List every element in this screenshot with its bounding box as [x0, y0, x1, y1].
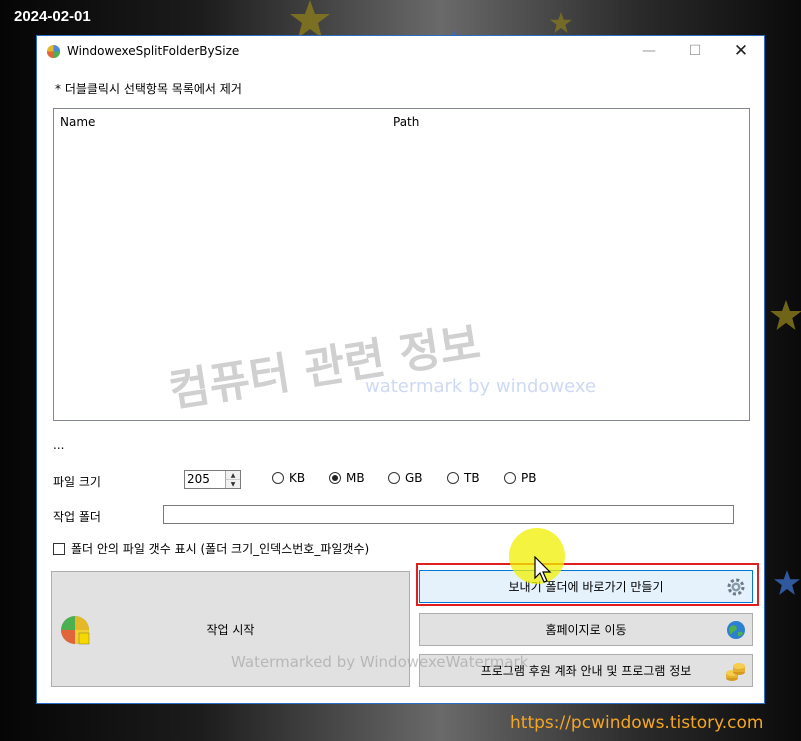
- pie-chart-icon: [61, 616, 90, 645]
- homepage-button[interactable]: 홈페이지로 이동: [419, 613, 753, 646]
- homepage-button-label: 홈페이지로 이동: [545, 623, 627, 637]
- minimize-button[interactable]: —: [626, 36, 672, 66]
- date-overlay: 2024-02-01: [14, 8, 91, 25]
- work-folder-label: 작업 폴더: [53, 510, 101, 524]
- window-content: * 더블클릭시 선택항목 목록에서 제거 Name Path ... 파일 크기…: [37, 66, 764, 703]
- star-decoration: [770, 300, 801, 330]
- blog-url-overlay: https://pcwindows.tistory.com: [510, 713, 764, 733]
- radio-circle-icon[interactable]: [388, 472, 400, 484]
- column-header-name[interactable]: Name: [60, 115, 95, 129]
- unit-radio-label: MB: [346, 471, 365, 485]
- unit-radio-tb[interactable]: TB: [447, 471, 480, 485]
- show-file-count-label: 폴더 안의 파일 갯수 표시 (폴더 크기_인덱스번호_파일갯수): [71, 542, 370, 556]
- star-decoration: [290, 0, 330, 38]
- stepper-buttons: ▲ ▼: [225, 471, 240, 488]
- start-button[interactable]: 작업 시작: [51, 571, 410, 687]
- unit-radio-pb[interactable]: PB: [504, 471, 536, 485]
- column-header-path[interactable]: Path: [393, 115, 419, 129]
- work-folder-input[interactable]: [163, 505, 734, 524]
- file-list[interactable]: Name Path: [53, 108, 750, 421]
- unit-radio-mb[interactable]: MB: [329, 471, 365, 485]
- shortcut-button-label: 보내기 폴더에 바로가기 만들기: [508, 580, 664, 594]
- radio-circle-icon[interactable]: [504, 472, 516, 484]
- file-size-stepper[interactable]: 205 ▲ ▼: [184, 470, 241, 489]
- unit-radio-label: PB: [521, 471, 537, 485]
- radio-circle-icon[interactable]: [329, 472, 341, 484]
- window-title: WindowexeSplitFolderBySize: [67, 44, 240, 58]
- hint-text: * 더블클릭시 선택항목 목록에서 제거: [55, 82, 242, 96]
- app-pie-icon: [46, 44, 61, 59]
- file-size-value[interactable]: 205: [187, 472, 210, 486]
- unit-radio-kb[interactable]: KB: [272, 471, 305, 485]
- unit-radio-gb[interactable]: GB: [388, 471, 423, 485]
- file-size-label: 파일 크기: [53, 475, 101, 489]
- app-window: WindowexeSplitFolderBySize — ☐ ✕ * 더블클릭시…: [36, 35, 765, 704]
- start-button-label: 작업 시작: [206, 622, 255, 637]
- maximize-button[interactable]: ☐: [672, 36, 718, 66]
- stepper-down-icon[interactable]: ▼: [226, 480, 240, 488]
- star-decoration: [774, 570, 800, 595]
- mouse-cursor-icon: [534, 556, 552, 583]
- checkbox-icon[interactable]: [53, 542, 65, 555]
- program-info-button-label: 프로그램 후원 계좌 안내 및 프로그램 정보: [480, 664, 692, 678]
- status-text: ...: [53, 438, 65, 452]
- program-info-button[interactable]: 프로그램 후원 계좌 안내 및 프로그램 정보: [419, 654, 753, 687]
- radio-circle-icon[interactable]: [447, 472, 459, 484]
- unit-radio-label: GB: [405, 471, 423, 485]
- show-file-count-checkbox[interactable]: 폴더 안의 파일 갯수 표시 (폴더 크기_인덱스번호_파일갯수): [53, 540, 369, 557]
- gear-icon: [727, 578, 745, 596]
- star-decoration: [550, 12, 572, 33]
- unit-radio-label: TB: [464, 471, 480, 485]
- coins-icon: [726, 663, 745, 681]
- unit-radio-label: KB: [289, 471, 306, 485]
- title-bar[interactable]: WindowexeSplitFolderBySize — ☐ ✕: [37, 36, 764, 66]
- radio-circle-icon[interactable]: [272, 472, 284, 484]
- globe-icon: [727, 621, 745, 639]
- close-button[interactable]: ✕: [718, 36, 764, 66]
- create-sendto-shortcut-button[interactable]: 보내기 폴더에 바로가기 만들기: [419, 570, 753, 603]
- stepper-up-icon[interactable]: ▲: [226, 471, 240, 480]
